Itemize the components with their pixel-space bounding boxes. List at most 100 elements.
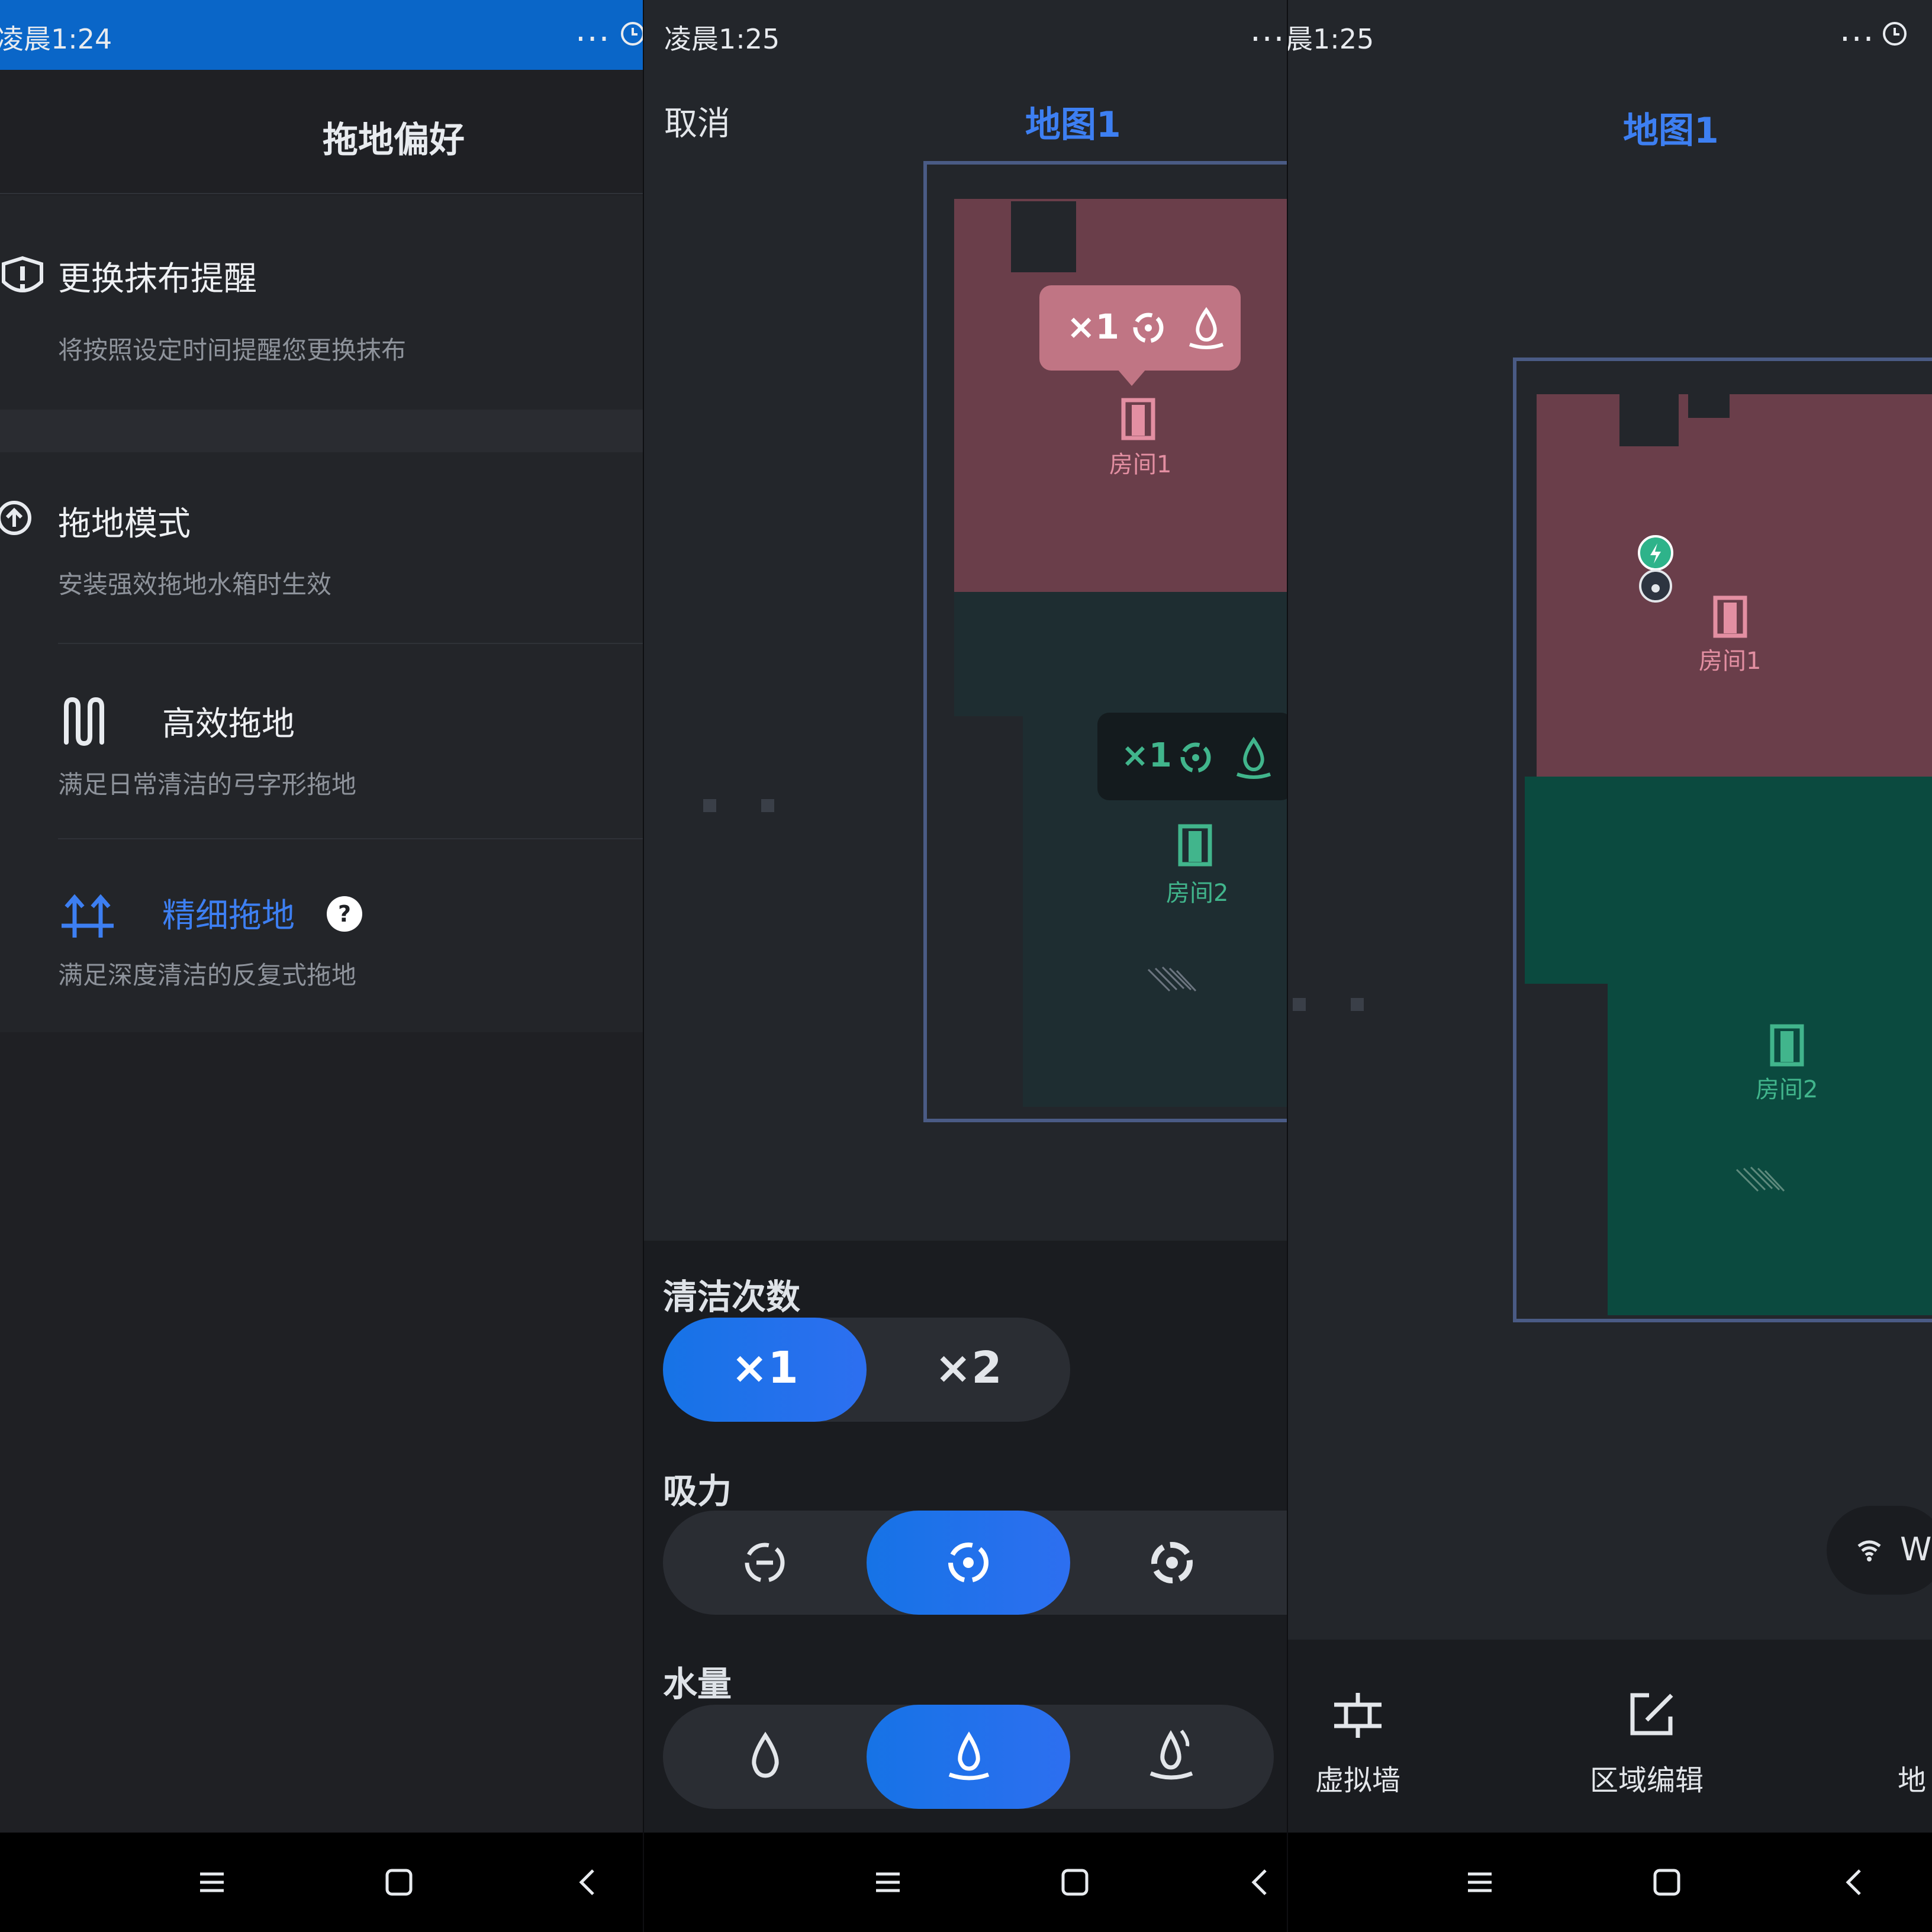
clean-times-x2-label: ×2 [935,1342,1002,1393]
help-icon[interactable]: ? [327,896,362,932]
status-bar: 晨1:25 ... [1288,0,1932,70]
water-high-option[interactable] [1070,1705,1274,1809]
room1-area[interactable] [1537,394,1932,777]
efficient-mop-subtitle: 满足日常清洁的弓字形拖地 [58,770,357,799]
water-selector [663,1705,1274,1809]
map-tool[interactable]: 地 [1880,1640,1932,1833]
wifi-chip-label: W [1900,1531,1932,1568]
wifi-icon [1857,1540,1881,1561]
suction-strong-option[interactable] [1070,1511,1274,1615]
quiet-fan-icon [745,1543,785,1583]
home-icon[interactable] [1650,1866,1683,1899]
room2-area-top[interactable] [1525,777,1932,984]
section-gap [0,410,644,452]
status-bar: 凌晨1:24 ... [0,0,644,70]
room2-label: 房间2 [1166,880,1229,907]
carpet-icon [1735,1166,1785,1192]
virtual-wall-tool[interactable]: 虚拟墙 [1288,1640,1537,1833]
screen-map-editor: 晨1:25 ... 地图1 房间1 房间2 W 虚拟墙 区域编辑 地 [1288,0,1932,1932]
fine-mop-title: 精细拖地 [162,897,295,935]
fan-icon [1180,742,1211,773]
fine-mop-subtitle: 满足深度清洁的反复式拖地 [58,961,357,990]
system-nav-bar [0,1833,644,1932]
map-dot [1351,998,1364,1011]
fan-icon [1133,313,1164,343]
water-drop-icon [1189,307,1224,349]
suction-selector [663,1511,1288,1615]
obstacle [1688,394,1730,418]
map-dot [703,799,716,812]
door-icon [1178,824,1212,867]
menu-icon[interactable] [195,1866,228,1899]
strong-fan-icon [1151,1542,1193,1583]
low-water-icon [752,1731,779,1778]
map-tool-label: 地 [1898,1764,1927,1797]
room1-count: ×1 [1067,307,1119,347]
back-icon[interactable] [572,1866,605,1899]
room2-settings-badge[interactable]: ×1 [1097,713,1288,800]
mop-mode-icon [0,501,31,535]
virtual-wall-icon [1334,1693,1382,1738]
room1-label: 房间1 [1109,451,1172,478]
reminder-title: 更换抹布提醒 [58,260,257,298]
water-low-option[interactable] [663,1705,867,1809]
reminder-subtitle: 将按照设定时间提醒您更换抹布 [58,336,407,365]
status-time: 凌晨1:25 [664,23,780,55]
efficient-mop-title: 高效拖地 [162,705,295,743]
home-icon[interactable] [382,1866,416,1899]
medium-water-icon [948,1731,990,1780]
status-bar: 凌晨1:25 ... [644,0,1288,70]
zigzag-icon [64,697,104,746]
system-nav-bar [1288,1833,1932,1932]
room2-count: ×1 [1121,736,1172,775]
cancel-button[interactable]: 取消 [664,97,730,145]
back-icon[interactable] [1244,1866,1277,1899]
alarm-icon [1883,22,1907,46]
fine-mop-option[interactable]: 精细拖地 ? 满足深度清洁的反复式拖地 [0,839,644,1032]
clean-times-x1-option[interactable]: ×1 [663,1318,867,1422]
status-more-icon: ... [575,11,611,49]
high-water-icon [1149,1730,1193,1780]
clean-times-selector: ×1 ×2 [663,1318,1070,1422]
alert-shield-icon [2,256,43,292]
mop-mode-title: 拖地模式 [58,505,191,543]
status-time: 晨1:25 [1288,23,1374,55]
mop-replace-reminder-row[interactable]: 更换抹布提醒 将按照设定时间提醒您更换抹布 [0,195,644,410]
menu-icon[interactable] [1463,1866,1496,1899]
double-arrow-icon [62,894,114,938]
obstacle [1011,201,1076,272]
back-icon[interactable] [1838,1866,1872,1899]
obstacle [1619,393,1679,446]
status-more-icon: ... [1250,11,1286,49]
area-edit-tool[interactable]: 区域编辑 [1572,1640,1762,1833]
system-nav-bar [644,1833,1288,1932]
wifi-chip[interactable]: W [1827,1506,1932,1595]
robot-dock-icon[interactable] [1636,535,1675,604]
clean-times-x2-option[interactable]: ×2 [867,1318,1070,1422]
room1-label: 房间1 [1699,648,1762,675]
divider [0,193,644,194]
door-icon [1713,595,1747,638]
water-label: 水量 [663,1664,732,1704]
efficient-mop-option[interactable]: 高效拖地 满足日常清洁的弓字形拖地 [0,644,644,836]
suction-standard-option[interactable] [867,1511,1070,1615]
standard-fan-icon [948,1543,988,1583]
door-icon [1770,1024,1804,1067]
map-title[interactable]: 地图1 [1025,96,1121,147]
room1-settings-badge[interactable]: ×1 [1039,285,1241,371]
carpet-icon [1147,966,1197,992]
mop-mode-section: 拖地模式 安装强效拖地水箱时生效 高效拖地 满足日常清洁的弓字形拖地 精细拖地 … [0,452,644,1032]
suction-quiet-option[interactable] [663,1511,867,1615]
screen-mop-preferences: 凌晨1:24 ... 拖地偏好 更换抹布提醒 将按照设定时间提醒您更换抹布 拖地… [0,0,644,1932]
water-drop-icon [1236,736,1271,779]
clean-times-label: 清洁次数 [663,1277,801,1317]
water-medium-option[interactable] [867,1705,1070,1809]
room1-area[interactable] [954,199,1288,592]
map-title[interactable]: 地图1 [1623,102,1719,153]
door-icon [1121,398,1155,440]
area-edit-label: 区域编辑 [1590,1764,1704,1797]
map-tools: 虚拟墙 区域编辑 地 [1288,1640,1932,1833]
home-icon[interactable] [1058,1866,1091,1899]
clean-times-x1-label: ×1 [731,1342,798,1393]
menu-icon[interactable] [871,1866,904,1899]
